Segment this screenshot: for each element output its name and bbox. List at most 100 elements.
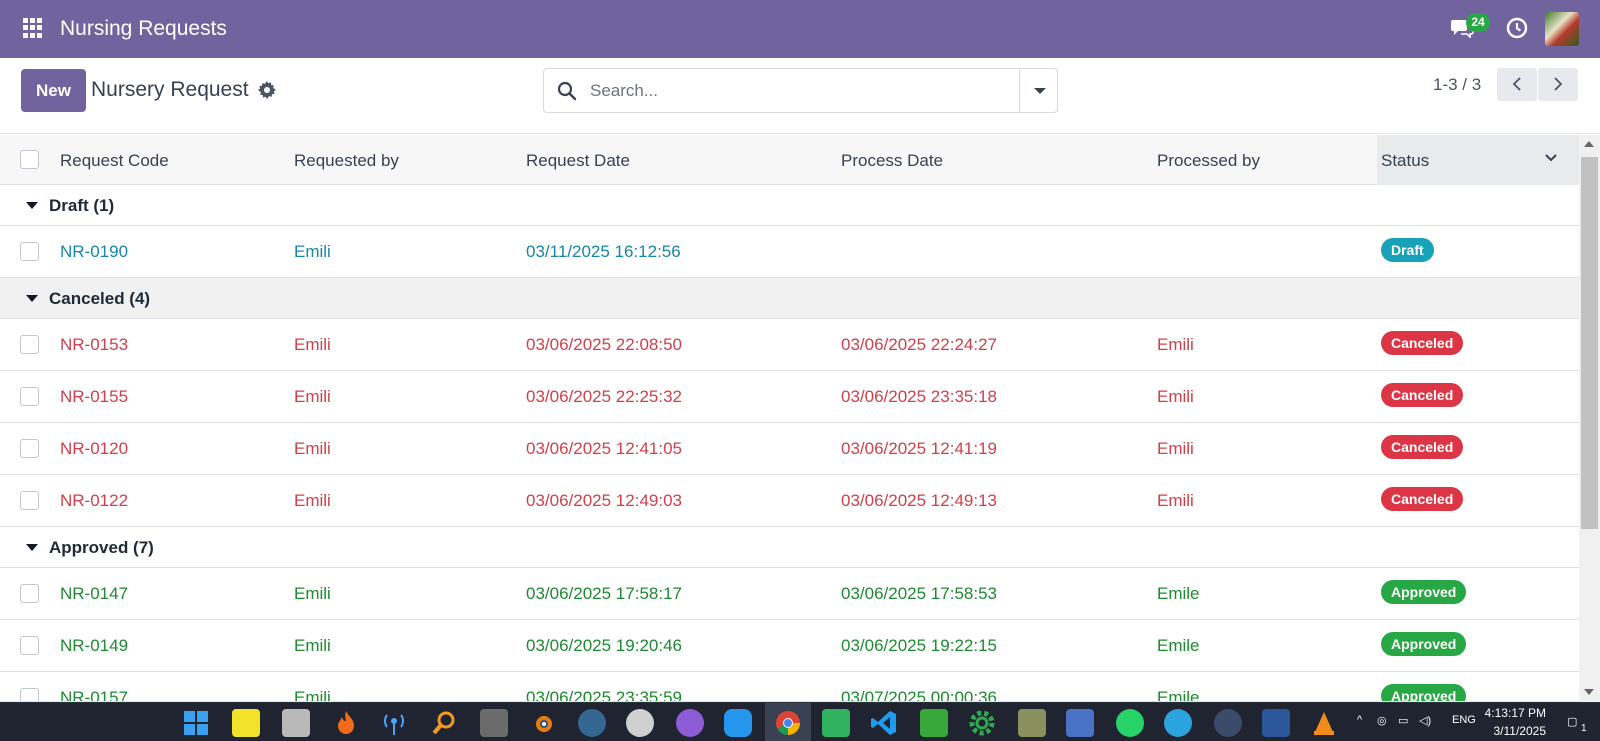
group-label: Canceled (4) bbox=[49, 289, 151, 308]
list-header: Request Code Requested by Request Date P… bbox=[0, 135, 1579, 185]
group-label: Draft (1) bbox=[49, 196, 115, 215]
scroll-thumb[interactable] bbox=[1581, 157, 1598, 529]
search-options-toggle[interactable] bbox=[1019, 68, 1058, 113]
status-badge: Approved bbox=[1381, 632, 1467, 656]
row-checkbox[interactable] bbox=[20, 242, 39, 261]
table-row[interactable]: NR-0149 Emili 03/06/2025 19:20:46 03/06/… bbox=[0, 620, 1579, 672]
row-checkbox[interactable] bbox=[20, 387, 39, 406]
column-header-status[interactable]: Status bbox=[1381, 151, 1429, 171]
row-checkbox[interactable] bbox=[20, 491, 39, 510]
status-badge: Approved bbox=[1381, 684, 1467, 701]
taskbar-date[interactable]: 3/11/2025 bbox=[1484, 724, 1547, 738]
cell-request-date: 03/11/2025 16:12:56 bbox=[526, 242, 681, 261]
row-checkbox[interactable] bbox=[20, 584, 39, 603]
table-row[interactable]: NR-0147 Emili 03/06/2025 17:58:17 03/06/… bbox=[0, 568, 1579, 620]
taskbar-time[interactable]: 4:13:17 PM bbox=[1484, 706, 1546, 720]
settings-gear-icon[interactable] bbox=[968, 709, 996, 737]
chrome-icon[interactable] bbox=[774, 709, 802, 737]
table-row[interactable]: NR-0120 Emili 03/06/2025 12:41:05 03/06/… bbox=[0, 423, 1579, 475]
cell-requested-by: Emili bbox=[294, 584, 331, 603]
blender-icon[interactable] bbox=[528, 709, 556, 737]
table-row[interactable]: NR-0190 Emili 03/11/2025 16:12:56 Draft bbox=[0, 226, 1579, 278]
github-icon[interactable] bbox=[676, 709, 704, 737]
group-row-canceled[interactable]: Canceled (4) bbox=[0, 278, 1579, 319]
row-checkbox[interactable] bbox=[20, 439, 39, 458]
word-icon[interactable] bbox=[1262, 709, 1290, 737]
apps-menu-icon[interactable] bbox=[23, 18, 43, 38]
column-header-request-date[interactable]: Request Date bbox=[526, 151, 630, 171]
vscode-icon[interactable] bbox=[870, 709, 898, 737]
sticky-notes-icon[interactable] bbox=[232, 709, 260, 737]
chevron-up-icon[interactable]: ^ bbox=[1357, 714, 1362, 726]
table-row[interactable]: NR-0122 Emili 03/06/2025 12:49:03 03/06/… bbox=[0, 475, 1579, 527]
search-input[interactable] bbox=[590, 77, 1000, 105]
select-all-checkbox[interactable] bbox=[20, 150, 39, 169]
pager-previous-button[interactable] bbox=[1497, 68, 1537, 101]
group-row-approved[interactable]: Approved (7) bbox=[0, 527, 1579, 568]
gear-icon[interactable] bbox=[258, 81, 276, 99]
status-badge: Canceled bbox=[1381, 383, 1464, 407]
cell-request-code: NR-0190 bbox=[60, 242, 129, 261]
cell-process-date: 03/06/2025 23:35:18 bbox=[841, 387, 997, 406]
scroll-down-arrow-icon[interactable] bbox=[1584, 689, 1594, 695]
row-checkbox[interactable] bbox=[20, 335, 39, 354]
hotspot-icon[interactable] bbox=[380, 709, 408, 737]
cell-processed-by: Emili bbox=[1157, 491, 1194, 510]
cell-request-date: 03/06/2025 17:58:17 bbox=[526, 584, 682, 603]
notification-icon[interactable]: ▢ bbox=[1567, 715, 1577, 728]
vlc-icon[interactable] bbox=[1310, 709, 1338, 737]
wordpress-icon[interactable] bbox=[1214, 709, 1242, 737]
breadcrumb-title: Nursery Request bbox=[91, 78, 249, 101]
table-row[interactable]: NR-0155 Emili 03/06/2025 22:25:32 03/06/… bbox=[0, 371, 1579, 423]
pager-next-button[interactable] bbox=[1538, 68, 1578, 101]
vertical-scrollbar[interactable] bbox=[1579, 135, 1600, 702]
user-avatar[interactable] bbox=[1545, 12, 1579, 46]
column-header-processed-by[interactable]: Processed by bbox=[1157, 151, 1260, 171]
notification-count: 1 bbox=[1581, 723, 1587, 734]
cell-processed-by: Emile bbox=[1157, 584, 1200, 603]
windows-start-icon[interactable] bbox=[182, 709, 210, 737]
app-icon[interactable] bbox=[1018, 709, 1046, 737]
grid-app-icon[interactable] bbox=[1066, 709, 1094, 737]
battery-icon[interactable]: ▭ bbox=[1398, 714, 1408, 727]
column-header-process-date[interactable]: Process Date bbox=[841, 151, 943, 171]
input-language[interactable]: ENG bbox=[1452, 714, 1476, 726]
docker-icon[interactable] bbox=[724, 709, 752, 737]
row-checkbox[interactable] bbox=[20, 688, 39, 701]
screen-recorder-icon[interactable] bbox=[822, 709, 850, 737]
whatsapp-icon[interactable] bbox=[1116, 709, 1144, 737]
top-navbar: Nursing Requests 24 bbox=[0, 0, 1600, 58]
gimp-icon[interactable] bbox=[480, 709, 508, 737]
volume-icon[interactable]: ◁) bbox=[1419, 714, 1431, 727]
column-header-request-code[interactable]: Request Code bbox=[60, 151, 169, 171]
table-row[interactable]: NR-0157 Emili 03/06/2025 23:35:59 03/07/… bbox=[0, 672, 1579, 702]
cell-request-code: NR-0155 bbox=[60, 387, 129, 406]
app-title[interactable]: Nursing Requests bbox=[60, 17, 227, 41]
cell-request-code: NR-0157 bbox=[60, 688, 129, 702]
caret-down-icon bbox=[26, 544, 38, 551]
cell-requested-by: Emili bbox=[294, 491, 331, 510]
row-checkbox[interactable] bbox=[20, 636, 39, 655]
cell-request-date: 03/06/2025 22:08:50 bbox=[526, 335, 682, 354]
new-button[interactable]: New bbox=[21, 69, 86, 112]
postgresql-icon[interactable] bbox=[578, 709, 606, 737]
column-header-requested-by[interactable]: Requested by bbox=[294, 151, 399, 171]
cell-process-date: 03/07/2025 00:00:36 bbox=[841, 688, 997, 702]
telegram-icon[interactable] bbox=[1164, 709, 1192, 737]
group-row-draft[interactable]: Draft (1) bbox=[0, 185, 1579, 226]
chevron-down-icon bbox=[1034, 88, 1046, 94]
activity-clock-icon[interactable] bbox=[1506, 17, 1528, 39]
optional-columns-toggle-icon[interactable] bbox=[1543, 150, 1559, 166]
windows-taskbar: ^ ◎ ▭ ◁) ENG 4:13:17 PM 3/11/2025 ▢ 1 bbox=[0, 702, 1600, 741]
search-app-icon[interactable] bbox=[626, 709, 654, 737]
cell-requested-by: Emili bbox=[294, 636, 331, 655]
scroll-up-arrow-icon[interactable] bbox=[1584, 141, 1594, 147]
network-icon[interactable]: ◎ bbox=[1377, 714, 1387, 727]
search-tool-icon[interactable] bbox=[430, 709, 458, 737]
firebase-flame-icon[interactable] bbox=[332, 709, 360, 737]
pager-value[interactable]: 1-3 / 3 bbox=[1433, 75, 1481, 95]
green-pipe-icon[interactable] bbox=[920, 709, 948, 737]
search-icon bbox=[557, 81, 577, 101]
table-row[interactable]: NR-0153 Emili 03/06/2025 22:08:50 03/06/… bbox=[0, 319, 1579, 371]
file-explorer-icon[interactable] bbox=[282, 709, 310, 737]
